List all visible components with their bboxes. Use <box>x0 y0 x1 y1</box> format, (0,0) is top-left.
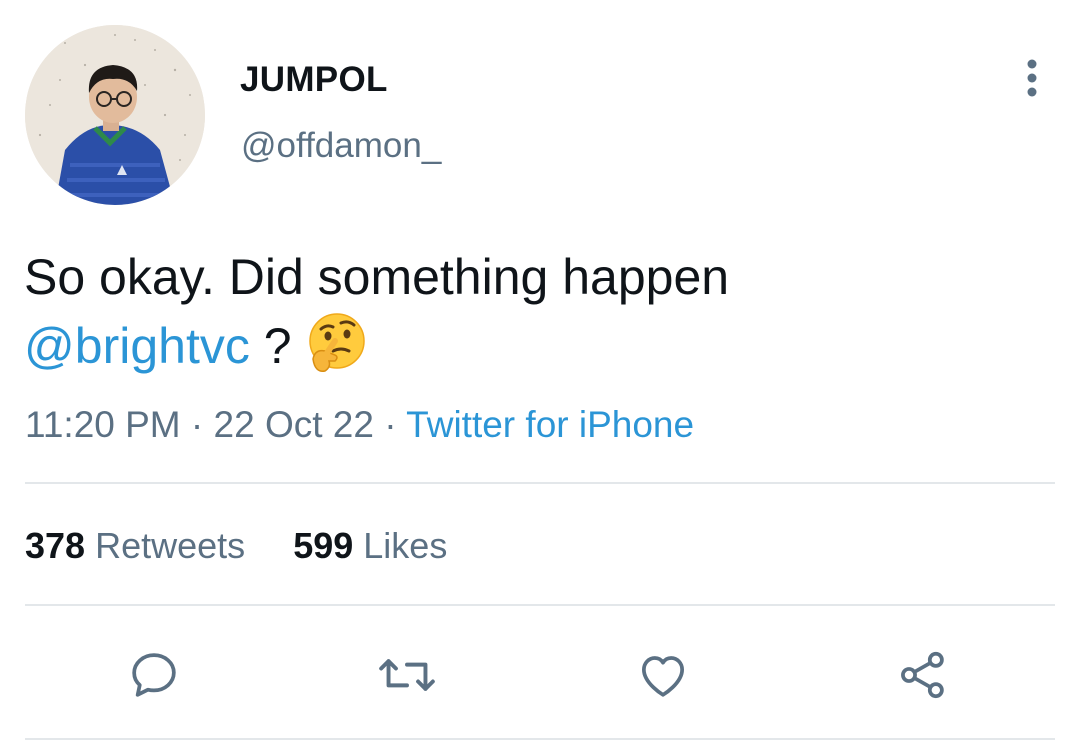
reply-button[interactable] <box>119 640 189 710</box>
user-handle[interactable]: @offdamon_ <box>241 126 441 166</box>
tweet-text-suffix: ? <box>249 318 306 374</box>
reply-icon <box>132 653 176 697</box>
retweets-label: Retweets <box>95 525 246 566</box>
retweets-count: 378 <box>25 525 86 566</box>
tweet-detail: JUMPOL @offdamon_ So okay. Did something… <box>0 0 1080 753</box>
meta-separator: · <box>180 404 214 445</box>
thinking-face-icon <box>309 313 366 372</box>
more-options-button[interactable] <box>1012 58 1052 98</box>
retweet-button[interactable] <box>372 640 442 710</box>
more-vertical-icon <box>1027 59 1037 97</box>
meta-separator: · <box>373 404 407 445</box>
tweet-meta: 11:20 PM · 22 Oct 22 · Twitter for iPhon… <box>25 404 694 446</box>
likes-label: Likes <box>363 525 448 566</box>
divider <box>25 604 1055 606</box>
tweet-stats: 378 Retweets 599 Likes <box>25 525 485 567</box>
retweets-stat[interactable]: 378 Retweets <box>25 525 245 566</box>
likes-stat[interactable]: 599 Likes <box>293 525 447 566</box>
like-icon <box>642 656 684 697</box>
tweet-date: 22 Oct 22 <box>213 404 374 445</box>
divider <box>25 738 1055 740</box>
tweet-time: 11:20 PM <box>25 404 181 445</box>
action-bar <box>0 640 1080 710</box>
share-button[interactable] <box>888 640 958 710</box>
avatar[interactable] <box>25 25 205 205</box>
share-icon <box>901 651 944 699</box>
tweet-text: So okay. Did something happen @brightvc … <box>24 243 1054 380</box>
like-button[interactable] <box>628 640 698 710</box>
tweet-source-link[interactable]: Twitter for iPhone <box>406 404 694 445</box>
retweet-icon <box>379 659 435 691</box>
divider <box>25 482 1055 484</box>
avatar-photo <box>25 25 205 205</box>
display-name[interactable]: JUMPOL <box>240 60 388 100</box>
likes-count: 599 <box>293 525 354 566</box>
mention-link[interactable]: @brightvc <box>24 318 250 374</box>
tweet-text-line: So okay. Did something happen <box>24 249 730 305</box>
